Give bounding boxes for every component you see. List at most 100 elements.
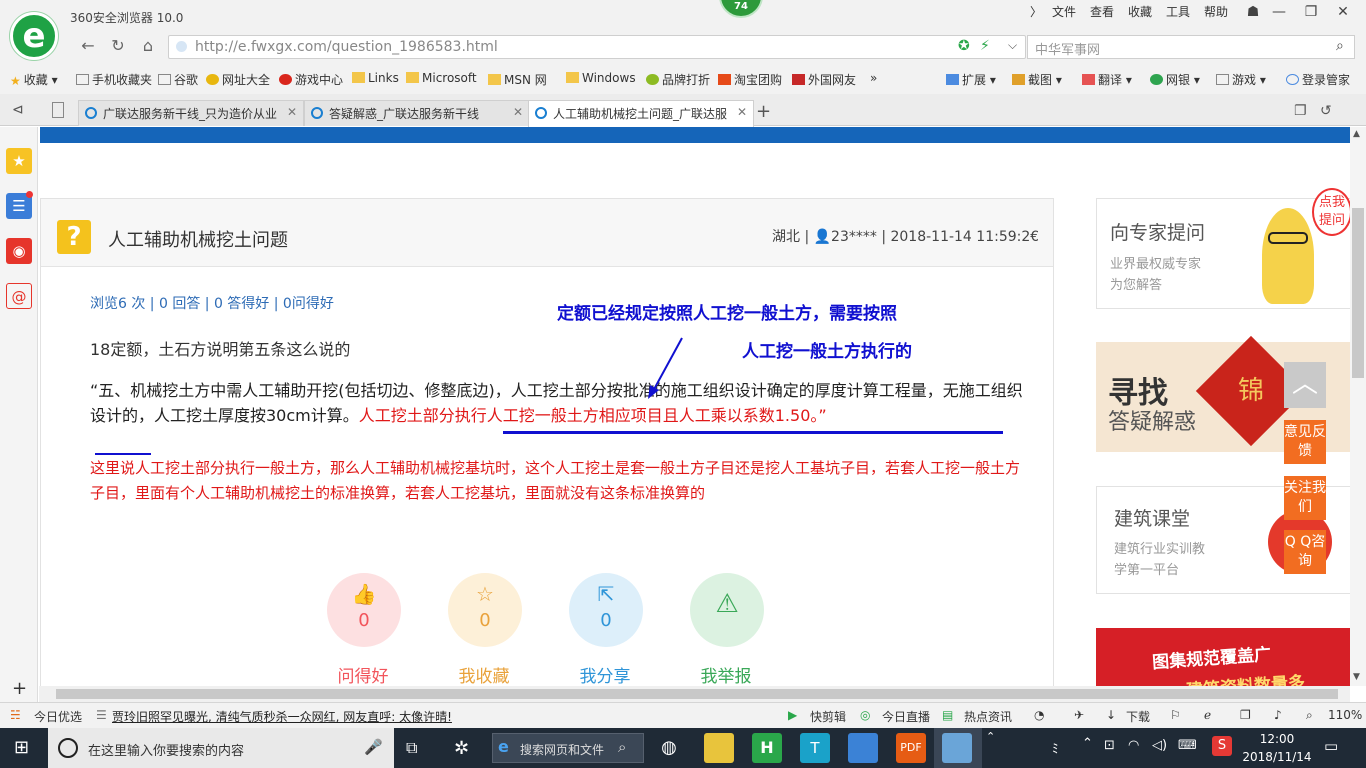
h-app-icon[interactable]: H [752, 733, 782, 763]
email-icon[interactable]: @ [6, 283, 32, 309]
chevron-right-icon[interactable]: 〉 [1030, 3, 1042, 20]
qq-consult-button[interactable]: Q Q咨询 [1284, 530, 1326, 574]
clock-time[interactable]: 12:00 [1246, 732, 1308, 746]
search-input[interactable]: 中华军事网 [1035, 39, 1100, 58]
microphone-icon[interactable]: 🎤 [364, 738, 383, 756]
status-live[interactable]: 今日直播 [882, 708, 930, 725]
lightning-icon[interactable]: ⚡ [980, 38, 990, 54]
toolbar-login[interactable]: 登录管家 [1286, 71, 1350, 88]
tab-list-icon[interactable]: ❐ [1294, 103, 1307, 119]
home-icon[interactable]: ⌂ [136, 36, 160, 55]
ask-bubble[interactable]: 点我提问 [1312, 188, 1352, 236]
bookmark-msn[interactable]: MSN 网 [488, 71, 547, 88]
close-icon[interactable]: ✕ [287, 105, 297, 119]
minimize-button[interactable]: — [1264, 2, 1294, 22]
today-picks[interactable]: 今日优选 [34, 708, 82, 725]
menu-file[interactable]: 文件 [1052, 3, 1076, 20]
menu-help[interactable]: 帮助 [1204, 3, 1228, 20]
tab-2[interactable]: 答疑解惑_广联达服务新干线 ✕ [304, 100, 530, 126]
undo-icon[interactable]: ↺ [1320, 103, 1332, 119]
ie-mode-icon[interactable]: ℯ [1204, 708, 1211, 722]
tray-chevron-icon[interactable]: ⌃ [1082, 736, 1093, 751]
menu-tools[interactable]: 工具 [1166, 3, 1190, 20]
scrollbar-thumb[interactable] [1352, 208, 1364, 378]
paint-app-icon[interactable] [942, 733, 972, 763]
back-icon[interactable]: ← [76, 36, 100, 55]
toolbar-games[interactable]: 游戏 ▾ [1216, 71, 1266, 88]
chevron-up-icon[interactable]: ⌃ [986, 730, 995, 743]
clock-date[interactable]: 2018/11/14 [1240, 750, 1314, 764]
refresh-icon[interactable]: ↻ [106, 36, 130, 55]
bookmark-taobao[interactable]: 淘宝团购 [718, 71, 782, 88]
ime-icon[interactable]: ﾐ [1052, 738, 1059, 757]
bookmark-mobile[interactable]: 手机收藏夹 [76, 71, 152, 88]
fan-app-icon[interactable]: ✲ [454, 738, 469, 759]
add-icon[interactable]: + [12, 678, 27, 699]
ie-search-input[interactable]: 搜索网页和文件 [520, 741, 604, 758]
sogou-icon[interactable]: S [1212, 736, 1232, 756]
bookmark-favorites[interactable]: ★ 收藏 ▾ [10, 71, 58, 88]
speed-icon[interactable]: ◔ [1034, 708, 1044, 722]
search-icon[interactable]: ⌕ [618, 738, 626, 756]
feedback-button[interactable]: 意见反馈 [1284, 420, 1326, 464]
task-view-icon[interactable]: ⧉ [406, 738, 417, 758]
favorites-icon[interactable]: ★ [6, 148, 32, 174]
shield-icon[interactable]: ✪ [958, 38, 970, 54]
volume-icon[interactable]: ◁) [1152, 738, 1167, 753]
bookmark-links[interactable]: Links [352, 71, 399, 85]
search-icon[interactable]: ⌕ [1336, 38, 1344, 54]
network-icon[interactable]: ⊡ [1104, 738, 1115, 753]
tab-1[interactable]: 广联达服务新干线_只为造价从业 ✕ [78, 100, 304, 126]
follow-button[interactable]: 关注我们 [1284, 476, 1326, 520]
url-text[interactable]: http://e.fwxgx.com/question_1986583.html [195, 39, 498, 55]
tab-3[interactable]: 人工辅助机械挖土问题_广联达服 ✕ [528, 100, 754, 127]
report-button[interactable]: ⚠ [690, 573, 764, 647]
share-label[interactable]: 我分享 [565, 662, 645, 687]
new-tab-icon[interactable]: + [756, 101, 771, 122]
t-app-icon[interactable]: T [800, 733, 830, 763]
bookmark-google[interactable]: 谷歌 [158, 71, 198, 88]
page-icon[interactable] [52, 102, 64, 118]
toolbar-extensions[interactable]: 扩展 ▾ [946, 71, 996, 88]
window-app-icon[interactable] [848, 733, 878, 763]
scroll-down-icon[interactable]: ▼ [1353, 672, 1360, 682]
download-button[interactable]: 下载 [1126, 708, 1150, 725]
zoom-level[interactable]: 110% [1328, 708, 1362, 722]
notification-icon[interactable]: ▭ [1324, 737, 1338, 755]
like-label[interactable]: 问得好 [323, 662, 403, 687]
report-label[interactable]: 我举报 [686, 662, 766, 687]
share-button[interactable]: ⇱ 0 [569, 573, 643, 647]
windows-start-icon[interactable]: ⊞ [14, 738, 34, 758]
like-button[interactable]: 👍 0 [327, 573, 401, 647]
close-icon[interactable]: ✕ [737, 105, 747, 119]
toolbar-translate[interactable]: 翻译 ▾ [1082, 71, 1132, 88]
favorite-label[interactable]: 我收藏 [444, 662, 524, 687]
pdf-app-icon[interactable]: PDF [896, 733, 926, 763]
more-bookmarks-icon[interactable]: » [870, 71, 877, 85]
status-hot-news[interactable]: 热点资讯 [964, 708, 1012, 725]
atlas-banner[interactable]: 图集规范覆盖广 建筑资料数量多 [1096, 628, 1352, 686]
volume-icon[interactable]: ♪ [1274, 708, 1282, 722]
keyboard-icon[interactable]: ⌨ [1178, 738, 1197, 753]
bookmark-microsoft[interactable]: Microsoft [406, 71, 477, 85]
bookmark-windows[interactable]: Windows [566, 71, 636, 85]
toolbar-bank[interactable]: 网银 ▾ [1150, 71, 1200, 88]
toolbar-screenshot[interactable]: 截图 ▾ [1012, 71, 1062, 88]
chrome-app-icon[interactable]: ◍ [654, 733, 684, 763]
close-icon[interactable]: ✕ [513, 105, 523, 119]
news-ticker[interactable]: 贾玲旧照罕见曝光, 清纯气质秒杀一众网红, 网友直呼: 太像许晴! [112, 708, 452, 725]
bookmark-foreign[interactable]: 外国网友 [792, 71, 856, 88]
bookmark-urls[interactable]: 网址大全 [206, 71, 270, 88]
maximize-button[interactable]: ❐ [1296, 2, 1326, 22]
wifi-icon[interactable]: ◠ [1128, 738, 1139, 753]
favorite-button[interactable]: ☆ 0 [448, 573, 522, 647]
bookmark-brand[interactable]: 品牌打折 [646, 71, 710, 88]
sidebar-toggle-icon[interactable]: ⊲ [12, 102, 24, 118]
weibo-icon[interactable]: ◉ [6, 238, 32, 264]
scrollbar-thumb[interactable] [56, 689, 1338, 699]
bookmark-games[interactable]: 游戏中心 [279, 71, 343, 88]
pin-icon[interactable]: ✈ [1074, 708, 1084, 722]
menu-view[interactable]: 查看 [1090, 3, 1114, 20]
scroll-up-icon[interactable]: ▲ [1353, 129, 1360, 139]
chevron-down-icon[interactable]: ⌵ [1008, 38, 1017, 53]
